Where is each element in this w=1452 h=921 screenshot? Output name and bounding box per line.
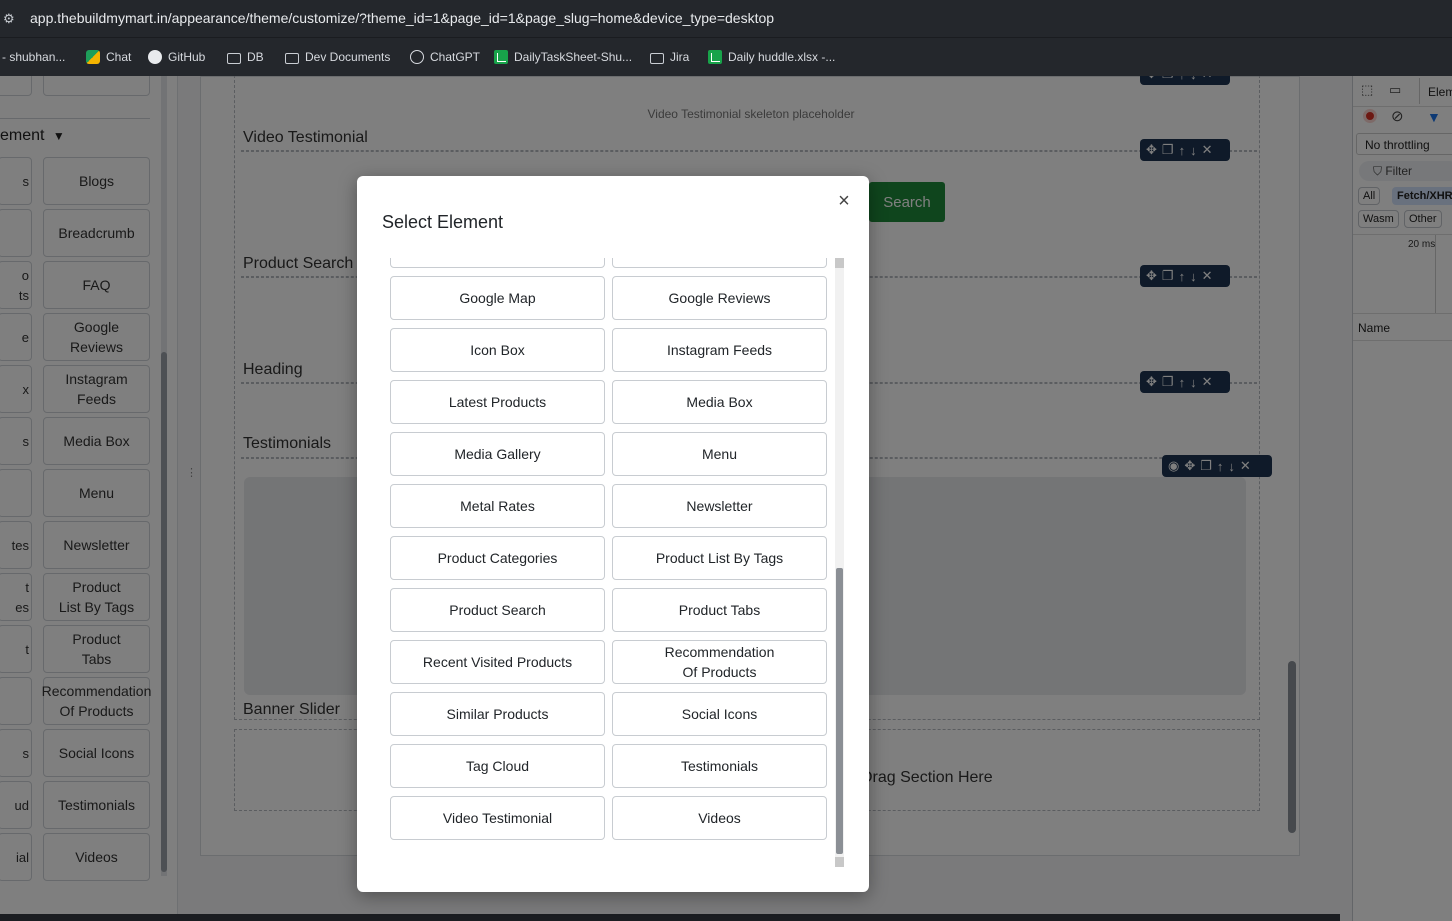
- bookmark-label: Daily huddle.xlsx -...: [728, 50, 836, 64]
- element-option-testimonials[interactable]: Testimonials: [612, 744, 827, 788]
- bookmark-dev-documents[interactable]: Dev Documents: [285, 49, 390, 65]
- element-option-similar-products[interactable]: Similar Products: [390, 692, 605, 736]
- element-option-instagram-feeds[interactable]: Instagram Feeds: [612, 328, 827, 372]
- element-option-icon-box[interactable]: Icon Box: [390, 328, 605, 372]
- bookmark-github[interactable]: GitHub: [148, 49, 205, 65]
- element-option-media-box[interactable]: Media Box: [612, 380, 827, 424]
- bookmark-label: GitHub: [168, 50, 206, 64]
- element-option-product-list-by-tags[interactable]: Product List By Tags: [612, 536, 827, 580]
- bookmark-daily-huddle[interactable]: Daily huddle.xlsx -...: [708, 49, 835, 65]
- bottom-strip: [0, 914, 1340, 921]
- element-option-google-map[interactable]: Google Map: [390, 276, 605, 320]
- bookmark-label: ChatGPT: [430, 50, 481, 64]
- bookmark-chatgpt[interactable]: ChatGPT: [410, 49, 480, 65]
- bookmark-dailytasksheet[interactable]: DailyTaskSheet-Shu...: [494, 49, 632, 65]
- bookmark-chat[interactable]: Chat: [86, 49, 131, 65]
- bookmark-db[interactable]: DB: [227, 49, 264, 65]
- element-option-product-tabs[interactable]: Product Tabs: [612, 588, 827, 632]
- chat-icon: [86, 50, 100, 64]
- element-option-recommendation-of-products[interactable]: Recommendation Of Products: [612, 640, 827, 684]
- bookmark-label: - shubhan...: [2, 50, 66, 64]
- element-option-google-reviews[interactable]: Google Reviews: [612, 276, 827, 320]
- folder-icon: [227, 52, 241, 64]
- bookmark-label: DailyTaskSheet-Shu...: [514, 50, 633, 64]
- element-option-partial[interactable]: [390, 258, 605, 268]
- chatgpt-icon: [410, 50, 424, 64]
- scrollbar-thumb[interactable]: [836, 568, 843, 854]
- bookmark-jira[interactable]: Jira: [650, 49, 689, 65]
- element-option-recent-visited-products[interactable]: Recent Visited Products: [390, 640, 605, 684]
- sheets-icon: [708, 50, 722, 64]
- element-list: Google Map Google Reviews Icon Box Instagra…: [390, 258, 827, 850]
- bookmark-label: Jira: [670, 50, 690, 64]
- element-option-tag-cloud[interactable]: Tag Cloud: [390, 744, 605, 788]
- url-text[interactable]: app.thebuildmymart.in/appearance/theme/c…: [30, 10, 774, 26]
- scroll-up-arrow[interactable]: [835, 258, 844, 268]
- sheets-icon: [494, 50, 508, 64]
- bookmarks-bar: - shubhan... Chat GitHub DB Dev Document…: [0, 38, 1452, 76]
- element-option-video-testimonial[interactable]: Video Testimonial: [390, 796, 605, 840]
- folder-icon: [650, 52, 664, 64]
- close-icon[interactable]: ×: [833, 190, 855, 212]
- element-option-product-categories[interactable]: Product Categories: [390, 536, 605, 580]
- modal-scrollbar[interactable]: [835, 258, 844, 867]
- element-option-media-gallery[interactable]: Media Gallery: [390, 432, 605, 476]
- select-element-modal: Select Element × Google Map Google Review…: [357, 176, 869, 892]
- element-option-social-icons[interactable]: Social Icons: [612, 692, 827, 736]
- site-settings-icon[interactable]: ⚙: [0, 9, 20, 29]
- bookmark-label: Chat: [106, 50, 132, 64]
- bookmark-label: Dev Documents: [305, 50, 391, 64]
- modal-title: Select Element: [382, 212, 504, 232]
- element-option-partial[interactable]: [612, 258, 827, 268]
- element-option-product-search[interactable]: Product Search: [390, 588, 605, 632]
- element-option-videos[interactable]: Videos: [612, 796, 827, 840]
- element-option-menu[interactable]: Menu: [612, 432, 827, 476]
- bookmark-label: DB: [247, 50, 264, 64]
- folder-icon: [285, 52, 299, 64]
- bookmark-shubhan[interactable]: - shubhan...: [2, 49, 65, 65]
- element-option-newsletter[interactable]: Newsletter: [612, 484, 827, 528]
- scroll-down-arrow[interactable]: [835, 857, 844, 867]
- element-option-metal-rates[interactable]: Metal Rates: [390, 484, 605, 528]
- github-icon: [148, 50, 162, 64]
- browser-url-bar: ⚙ app.thebuildmymart.in/appearance/theme…: [0, 0, 1452, 38]
- element-option-latest-products[interactable]: Latest Products: [390, 380, 605, 424]
